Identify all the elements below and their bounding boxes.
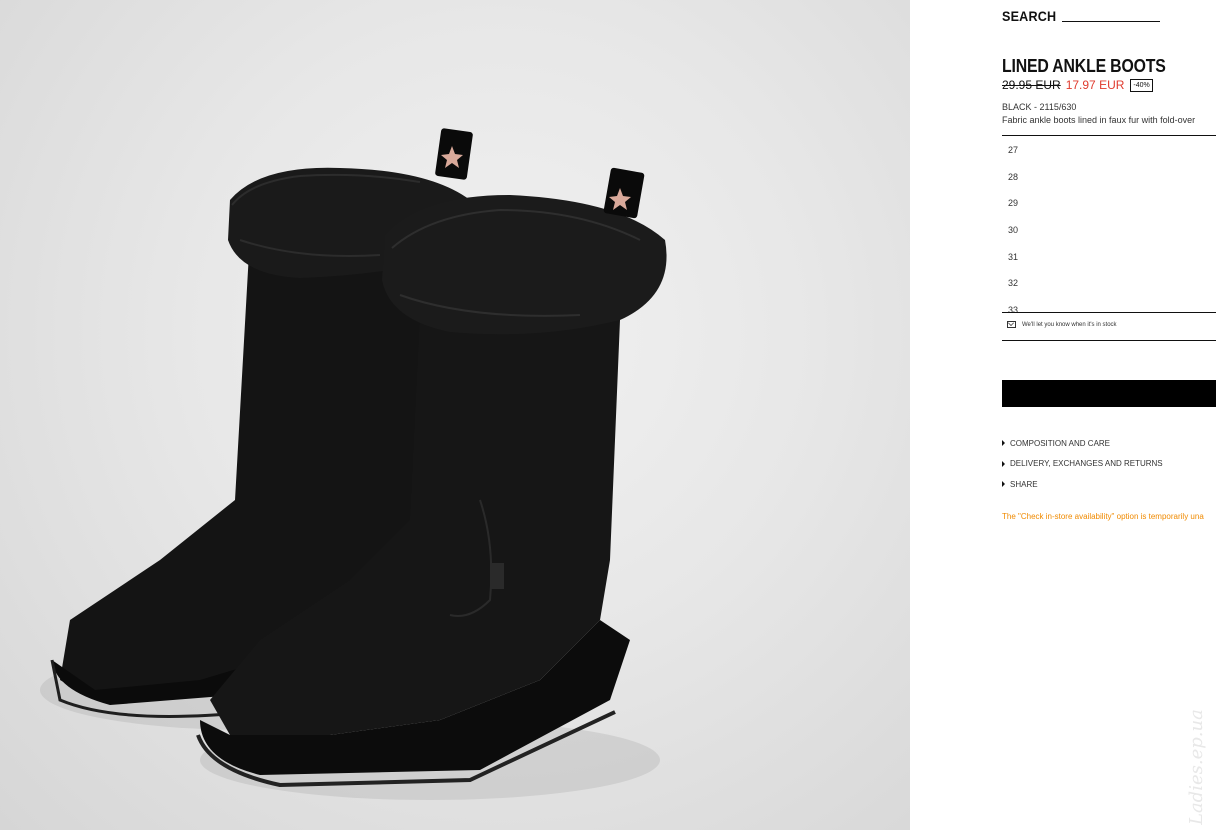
notify-text: We'll let you know when it's in stock	[1022, 322, 1117, 328]
caret-right-icon	[1002, 440, 1005, 447]
original-price: 29.95 EUR	[1002, 78, 1061, 92]
accordion-composition[interactable]: COMPOSITION AND CARE	[1002, 433, 1163, 454]
product-page: SEARCH LINED ANKLE BOOTS 29.95 EUR 17.97…	[0, 0, 1216, 830]
search-input-underline[interactable]	[1062, 21, 1161, 22]
discount-badge: -40%	[1130, 78, 1153, 92]
product-image[interactable]	[0, 0, 910, 830]
product-info-panel: SEARCH LINED ANKLE BOOTS 29.95 EUR 17.97…	[910, 0, 1216, 830]
price-row: 29.95 EUR 17.97 EUR -40%	[1002, 78, 1153, 92]
info-accordion: COMPOSITION AND CARE DELIVERY, EXCHANGES…	[1002, 433, 1163, 495]
size-option[interactable]: 30	[1008, 225, 1018, 235]
add-to-cart-button[interactable]	[1002, 380, 1216, 407]
caret-right-icon	[1002, 481, 1005, 488]
caret-right-icon	[1002, 460, 1005, 467]
product-title: LINED ANKLE BOOTS	[1002, 56, 1166, 76]
size-option[interactable]: 27	[1008, 145, 1018, 155]
mail-icon	[1007, 321, 1016, 328]
accordion-share[interactable]: SHARE	[1002, 474, 1163, 495]
size-option[interactable]: 29	[1008, 198, 1018, 208]
boots-illustration	[40, 128, 667, 800]
watermark: Ladies.ep.ua	[1186, 709, 1207, 825]
accordion-label: SHARE	[1010, 479, 1038, 489]
size-option[interactable]: 32	[1008, 278, 1018, 288]
accordion-label: COMPOSITION AND CARE	[1010, 438, 1111, 448]
size-option[interactable]: 31	[1008, 252, 1018, 262]
size-list: 27 28 29 30 31 32 33	[1002, 135, 1216, 313]
search-bar[interactable]: SEARCH	[1002, 8, 1161, 24]
accordion-delivery[interactable]: DELIVERY, EXCHANGES AND RETURNS	[1002, 454, 1163, 475]
sale-price: 17.97 EUR	[1065, 78, 1125, 92]
accordion-label: DELIVERY, EXCHANGES AND RETURNS	[1010, 459, 1163, 469]
search-label[interactable]: SEARCH	[1002, 8, 1056, 24]
size-option[interactable]: 28	[1008, 172, 1018, 182]
product-description: Fabric ankle boots lined in faux fur wit…	[1002, 115, 1196, 125]
store-availability-notice: The "Check in-store availability" option…	[1002, 512, 1204, 521]
color-reference: BLACK - 2115/630	[1002, 102, 1077, 112]
notify-stock-row[interactable]: We'll let you know when it's in stock	[1002, 312, 1216, 341]
